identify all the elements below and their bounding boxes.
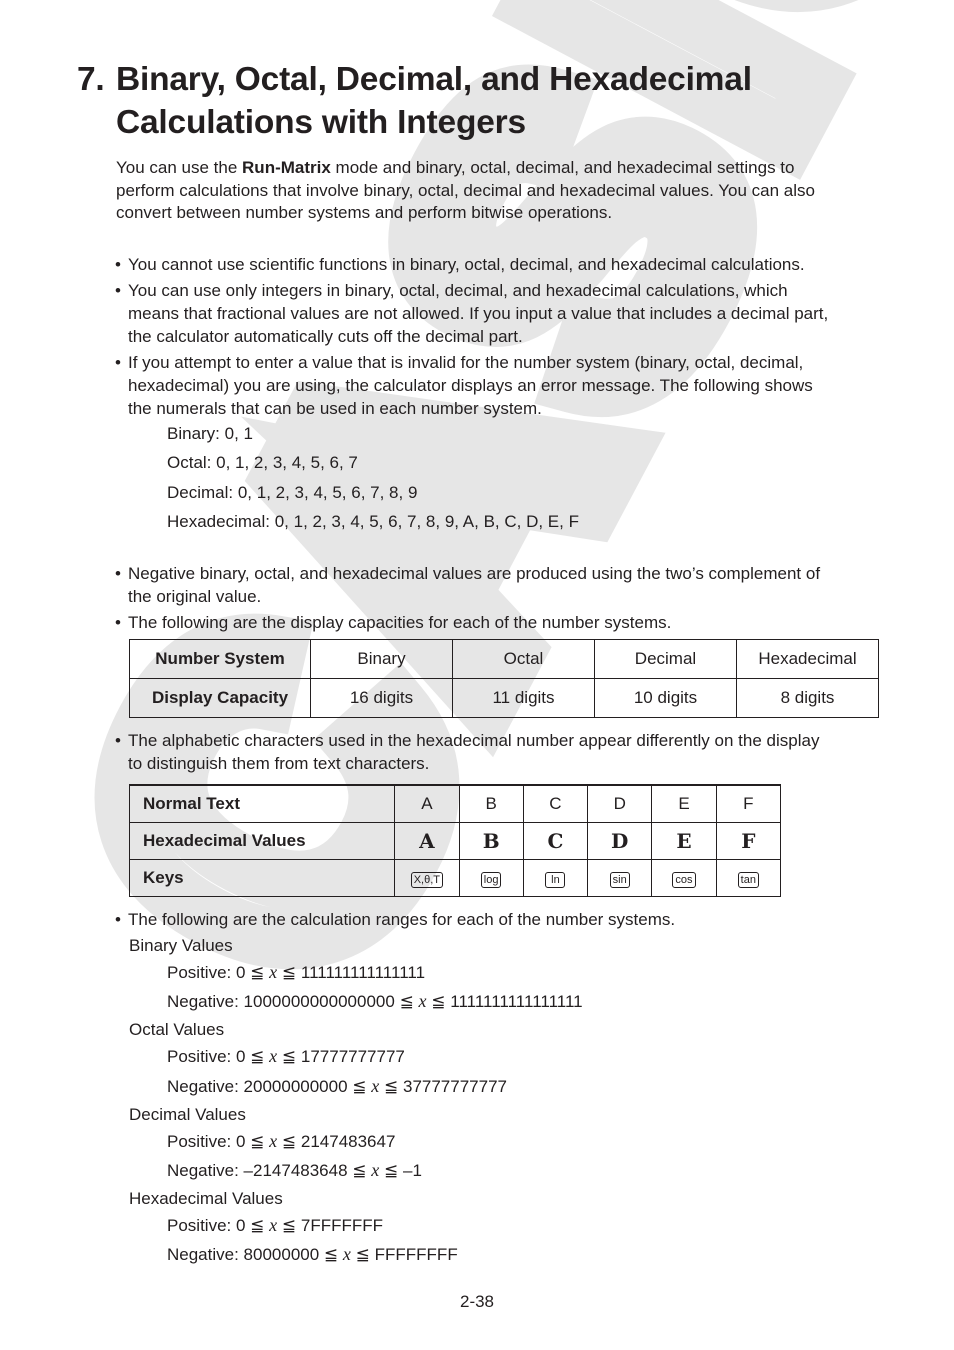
table-cell: E — [651, 784, 717, 823]
range-positive: Positive: 0 ≦ x ≦ 2147483647 — [167, 1131, 396, 1151]
bullet-text: The following are the calculation ranges… — [128, 910, 676, 929]
intro-paragraph: You can use the Run-Matrix mode and bina… — [116, 157, 886, 225]
bullet-text: You cannot use scientific functions in b… — [128, 255, 805, 274]
bullet-text: If you attempt to enter a value that is … — [128, 353, 804, 372]
bullet-dot: • — [115, 255, 121, 274]
bullet-text: to distinguish them from text characters… — [128, 753, 430, 773]
numerals-decimal: Decimal: 0, 1, 2, 3, 4, 5, 6, 7, 8, 9 — [167, 483, 418, 502]
table-cell: 11 digits — [452, 678, 595, 718]
bullet-dot: • — [115, 281, 121, 300]
bullet-text: hexadecimal) you are using, the calculat… — [128, 375, 813, 395]
table-row: Keys X,θ,T log ln sin cos tan — [128, 859, 782, 897]
hex-display-glyph: A — [394, 822, 460, 860]
hex-display-glyph: E — [651, 822, 717, 860]
bullet-text: the original value. — [128, 586, 262, 606]
row-header: Keys — [128, 859, 396, 897]
table-cell: B — [458, 784, 524, 823]
table-cell: ln — [522, 859, 589, 897]
range-group-label: Hexadecimal Values — [129, 1189, 283, 1208]
bullet-text: means that fractional values are not all… — [128, 303, 829, 323]
table-cell: Hexadecimal — [736, 639, 879, 679]
row-header: Number System — [129, 639, 311, 679]
log-key-icon: log — [480, 872, 502, 888]
intro-text: You can use the — [116, 158, 243, 177]
range-group-label: Decimal Values — [129, 1105, 246, 1124]
numerals-binary: Binary: 0, 1 — [167, 424, 253, 443]
hex-display-glyph: C — [522, 822, 589, 860]
bullet-dot: • — [115, 731, 121, 750]
cos-key-icon: cos — [672, 872, 696, 888]
table-cell: Octal — [452, 639, 595, 679]
range-group-label: Octal Values — [129, 1020, 225, 1039]
run-matrix-mode-name: Run-Matrix — [242, 158, 331, 177]
table-cell: sin — [587, 859, 653, 897]
tan-key-icon: tan — [737, 872, 759, 888]
intro-text: mode and binary, octal, decimal, and hex… — [330, 158, 795, 177]
hex-display-glyph: B — [458, 822, 524, 860]
bullet-dot: • — [115, 564, 121, 583]
table-cell: 10 digits — [594, 678, 737, 718]
intro-text: perform calculations that involve binary… — [116, 180, 815, 200]
table-cell: D — [587, 784, 653, 823]
table-cell: Decimal — [594, 639, 737, 679]
bullet-text: The following are the display capacities… — [128, 613, 672, 632]
section-title-line-1: Binary, Octal, Decimal, and Hexadecimal — [116, 61, 752, 98]
range-positive: Positive: 0 ≦ x ≦ 17777777777 — [167, 1046, 405, 1066]
table-row: Display Capacity 16 digits 11 digits 10 … — [129, 678, 879, 718]
range-positive: Positive: 0 ≦ x ≦ 7FFFFFFF — [167, 1215, 384, 1235]
table-row: Number System Binary Octal Decimal Hexad… — [129, 639, 879, 679]
table-row: Hexadecimal Values A B C D E F — [128, 822, 782, 860]
numerals-hexadecimal: Hexadecimal: 0, 1, 2, 3, 4, 5, 6, 7, 8, … — [167, 512, 579, 531]
display-capacity-table: Number System Binary Octal Decimal Hexad… — [129, 639, 879, 718]
bullet-text: You can use only integers in binary, oct… — [128, 281, 788, 300]
table-cell: F — [715, 784, 782, 823]
section-title-line-2: Calculations with Integers — [116, 104, 526, 141]
table-cell: tan — [715, 859, 782, 897]
bullet-text: the numerals that can be used in each nu… — [128, 398, 542, 418]
table-cell: 16 digits — [310, 678, 453, 718]
bullet-text: The alphabetic characters used in the he… — [128, 731, 820, 750]
bullet-dot: • — [115, 353, 121, 372]
table-cell: cos — [651, 859, 717, 897]
row-header: Hexadecimal Values — [128, 822, 396, 860]
ln-key-icon: ln — [545, 872, 566, 888]
row-header: Normal Text — [128, 784, 396, 823]
table-row: Normal Text A B C D E F — [128, 784, 782, 823]
bullet-text: the calculator automatically cuts off th… — [128, 326, 523, 346]
hex-display-glyph: F — [715, 822, 782, 860]
range-positive: Positive: 0 ≦ x ≦ 111111111111111 — [167, 962, 426, 982]
numerals-octal: Octal: 0, 1, 2, 3, 4, 5, 6, 7 — [167, 453, 358, 472]
page-number: 2-38 — [459, 1292, 495, 1311]
intro-text: convert between number systems and perfo… — [116, 203, 613, 222]
table-cell: log — [458, 859, 524, 897]
table-cell: C — [522, 784, 589, 823]
range-negative: Negative: 1000000000000000 ≦ x ≦ 1111111… — [167, 991, 583, 1011]
table-cell: X,θ,T — [394, 859, 460, 897]
table-cell: A — [394, 784, 460, 823]
section-number: 7. — [77, 61, 105, 98]
hex-display-glyph: D — [587, 822, 653, 860]
range-negative: Negative: 20000000000 ≦ x ≦ 37777777777 — [167, 1076, 507, 1096]
row-header: Display Capacity — [129, 678, 311, 718]
x-theta-t-key-icon: X,θ,T — [410, 872, 443, 888]
bullet-text: Negative binary, octal, and hexadecimal … — [128, 564, 821, 583]
bullet-dot: • — [115, 910, 121, 929]
bullet-dot: • — [115, 613, 121, 632]
table-cell: Binary — [310, 639, 453, 679]
hex-characters-table: Normal Text A B C D E F Hexadecimal Valu… — [128, 784, 782, 897]
table-cell: 8 digits — [736, 678, 879, 718]
sin-key-icon: sin — [609, 872, 630, 888]
range-group-label: Binary Values — [129, 936, 233, 955]
range-negative: Negative: 80000000 ≦ x ≦ FFFFFFFF — [167, 1244, 458, 1264]
range-negative: Negative: –2147483648 ≦ x ≦ –1 — [167, 1160, 422, 1180]
